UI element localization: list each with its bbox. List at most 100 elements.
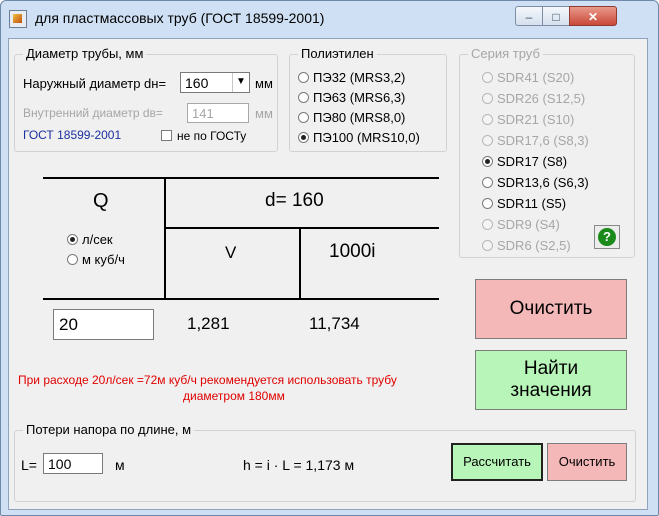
sdr13-6-radio[interactable]: SDR13,6 (S6,3) (482, 175, 589, 190)
sdr21-radio[interactable]: SDR21 (S10) (482, 112, 574, 127)
non-standard-label: не по ГОСТу (177, 129, 247, 143)
recommendation-line-2: диаметром 180мм (183, 389, 285, 403)
sdr21-label: SDR21 (S10) (497, 112, 575, 127)
diameter-group: Диаметр трубы, мм Наружный диаметр dн= 1… (14, 46, 278, 152)
sdr17-label: SDR17 (S8) (497, 154, 568, 169)
radio-icon (298, 72, 309, 83)
maximize-icon: □ (552, 10, 560, 24)
table-divider-vertical-2 (299, 227, 301, 299)
hydraulic-slope-value: 11,734 (309, 314, 360, 333)
radio-icon (482, 114, 493, 125)
unit-lsec-label: л/сек (82, 232, 113, 247)
i-header: 1000i (329, 241, 376, 262)
sdr41-radio[interactable]: SDR41 (S20) (482, 70, 574, 85)
length-unit: м (115, 457, 125, 473)
outer-diameter-unit: мм (255, 76, 273, 91)
pe63-radio[interactable]: ПЭ63 (MRS6,3) (298, 90, 405, 105)
close-button[interactable]: ✕ (569, 6, 617, 26)
outer-diameter-label: Наружный диаметр dн= (23, 76, 167, 91)
main-panel: Диаметр трубы, мм Наружный диаметр dн= 1… (8, 38, 648, 510)
radio-selected-icon (482, 156, 493, 167)
radio-selected-icon (298, 132, 309, 143)
pe32-label: ПЭ32 (MRS3,2) (313, 70, 406, 85)
radio-icon (482, 240, 493, 251)
table-bottom-line (43, 298, 439, 300)
table-mid-line (165, 227, 439, 229)
sdr13-6-label: SDR13,6 (S6,3) (497, 175, 589, 190)
close-icon: ✕ (587, 10, 599, 24)
pe80-radio[interactable]: ПЭ80 (MRS8,0) (298, 110, 405, 125)
unit-m3h-label: м куб/ч (82, 252, 125, 267)
help-button[interactable]: ? (594, 225, 620, 249)
outer-diameter-value: 160 (185, 75, 209, 91)
d-header: d= 160 (265, 190, 324, 211)
inner-diameter-label: Внутренний диаметр dв= (23, 106, 163, 120)
polyethylene-group-legend: Полиэтилен (298, 46, 377, 61)
unit-lsec-radio[interactable]: л/сек (67, 232, 113, 247)
clear-loss-label: Очистить (558, 454, 616, 469)
sdr6-label: SDR6 (S2,5) (497, 238, 571, 253)
sdr9-radio[interactable]: SDR9 (S4) (482, 217, 560, 232)
sdr17-6-label: SDR17,6 (S8,3) (497, 133, 589, 148)
question-mark-icon: ? (598, 228, 616, 246)
radio-icon (482, 135, 493, 146)
pe32-radio[interactable]: ПЭ32 (MRS3,2) (298, 70, 405, 85)
minimize-icon: – (525, 10, 533, 24)
inner-diameter-value: 141 (192, 106, 214, 121)
find-values-label-1: Найти (523, 358, 579, 379)
inner-diameter-field[interactable]: 141 (187, 103, 249, 123)
polyethylene-group: Полиэтилен ПЭ32 (MRS3,2) ПЭ63 (MRS6,3) П… (289, 46, 447, 152)
radio-icon (298, 112, 309, 123)
radio-icon (482, 93, 493, 104)
length-input-value: 100 (48, 456, 72, 472)
sdr11-radio[interactable]: SDR11 (S5) (482, 196, 566, 211)
pe80-label: ПЭ80 (MRS8,0) (313, 110, 406, 125)
maximize-button[interactable]: □ (542, 6, 570, 26)
unit-m3h-radio[interactable]: м куб/ч (67, 252, 125, 267)
window-title: для пластмассовых труб (ГОСТ 18599-2001) (35, 10, 325, 26)
clear-loss-button[interactable]: Очистить (547, 443, 627, 481)
series-group-legend: Серия труб (468, 46, 543, 61)
calculate-button[interactable]: Рассчитать (451, 443, 543, 481)
sdr17-6-radio[interactable]: SDR17,6 (S8,3) (482, 133, 589, 148)
recommendation-line-1: При расходе 20л/сек =72м куб/ч рекоменду… (18, 373, 397, 387)
sdr11-label: SDR11 (S5) (497, 196, 567, 211)
table-divider-vertical-1 (164, 177, 166, 299)
radio-selected-icon (67, 234, 78, 245)
title-bar[interactable]: для пластмассовых труб (ГОСТ 18599-2001)… (1, 1, 658, 37)
length-input[interactable]: 100 (43, 453, 103, 474)
clear-main-button[interactable]: Очистить (475, 279, 627, 339)
inner-diameter-unit: мм (255, 106, 273, 121)
gost-standard-label: ГОСТ 18599-2001 (23, 128, 122, 142)
pe100-label: ПЭ100 (MRS10,0) (313, 130, 420, 145)
sdr41-label: SDR41 (S20) (497, 70, 575, 85)
radio-icon (482, 72, 493, 83)
find-values-label-2: значения (510, 380, 592, 401)
radio-icon (482, 219, 493, 230)
non-standard-checkbox[interactable]: не по ГОСТу (161, 129, 246, 143)
head-loss-group-legend: Потери напора по длине, м (23, 422, 195, 437)
sdr17-radio[interactable]: SDR17 (S8) (482, 154, 567, 169)
outer-diameter-select[interactable]: 160 ▼ (180, 72, 250, 93)
head-loss-formula: h = i · L = 1,173 м (243, 457, 355, 473)
app-window: для пластмассовых труб (ГОСТ 18599-2001)… (0, 0, 659, 516)
checkbox-icon (161, 130, 172, 141)
sdr6-radio[interactable]: SDR6 (S2,5) (482, 238, 571, 253)
sdr26-radio[interactable]: SDR26 (S12,5) (482, 91, 585, 106)
radio-icon (482, 198, 493, 209)
clear-main-label: Очистить (509, 298, 593, 319)
head-loss-group: Потери напора по длине, м L= 100 м h = i… (14, 422, 636, 502)
sdr26-label: SDR26 (S12,5) (497, 91, 586, 106)
chevron-down-icon[interactable]: ▼ (232, 73, 249, 92)
series-group: Серия труб SDR41 (S20) SDR26 (S12,5) SDR… (459, 46, 635, 258)
minimize-button[interactable]: – (515, 6, 543, 26)
app-icon (9, 10, 27, 28)
calculate-label: Рассчитать (463, 454, 531, 469)
velocity-value: 1,281 (187, 314, 230, 333)
radio-icon (67, 254, 78, 265)
sdr9-label: SDR9 (S4) (497, 217, 560, 232)
pe100-radio[interactable]: ПЭ100 (MRS10,0) (298, 130, 420, 145)
radio-icon (482, 177, 493, 188)
flow-input[interactable]: 20 (53, 309, 154, 340)
find-values-button[interactable]: Найти значения (475, 350, 627, 410)
